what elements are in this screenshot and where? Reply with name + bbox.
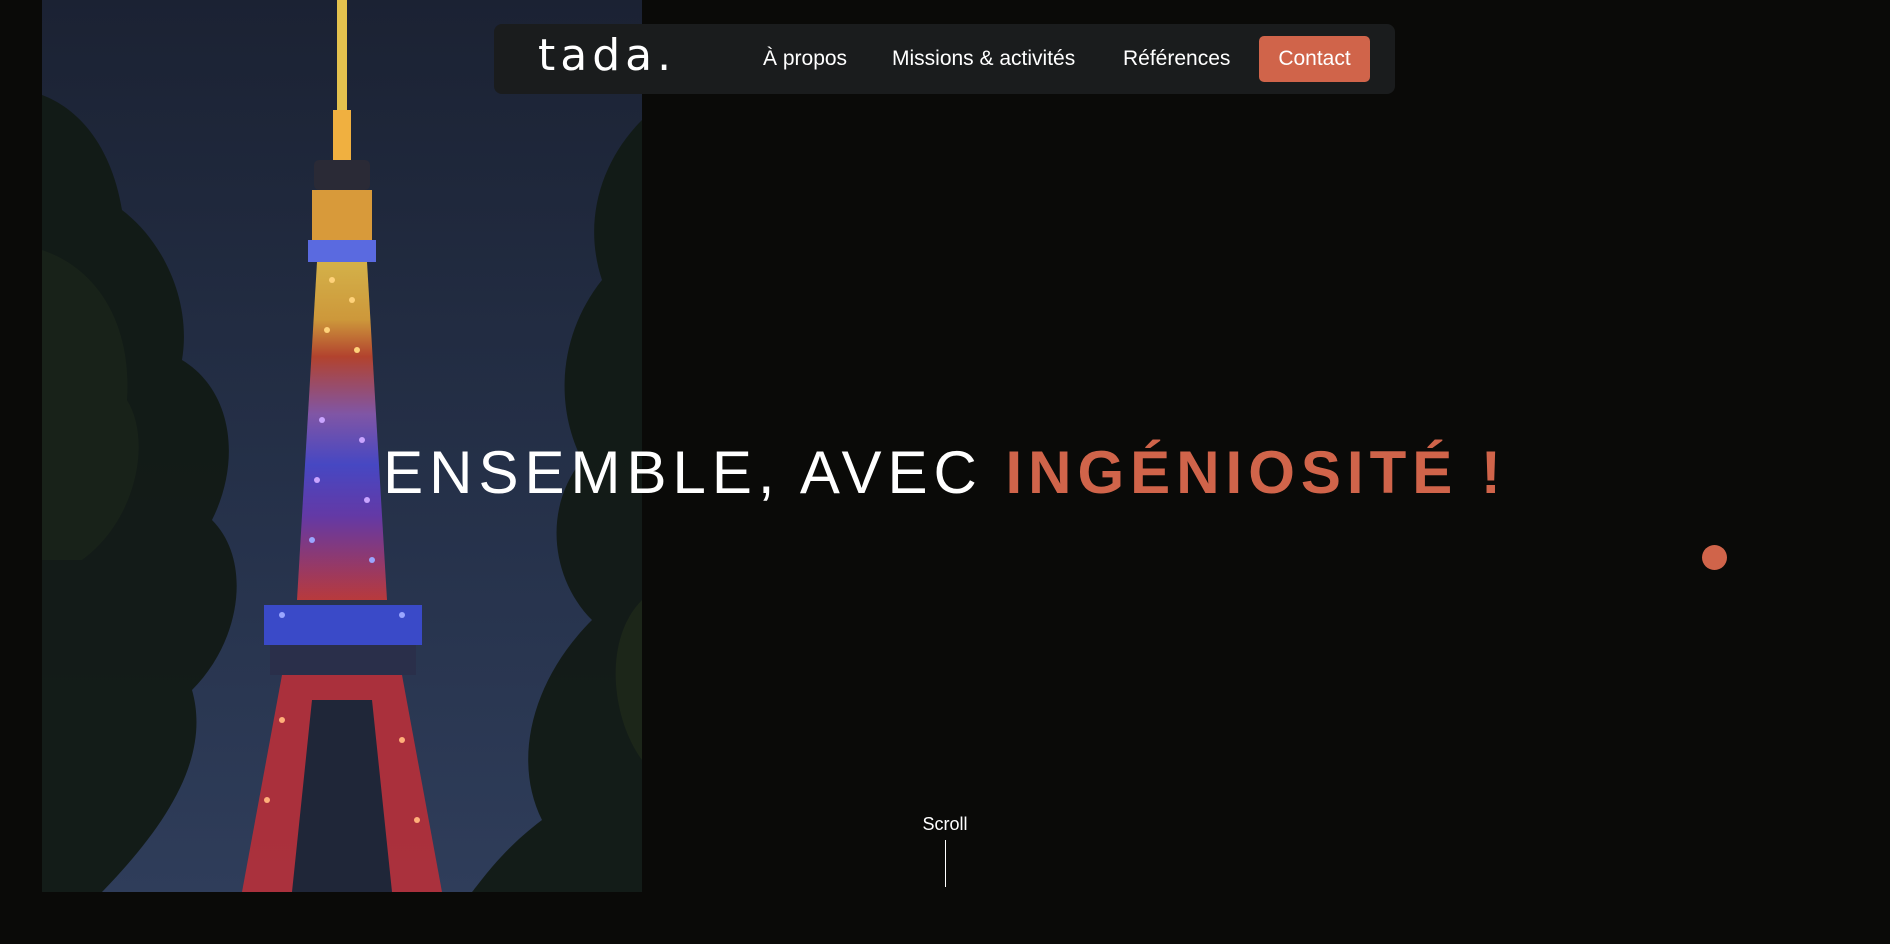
nav-link-missions[interactable]: Missions & activités xyxy=(892,46,1075,71)
logo[interactable]: tada. xyxy=(538,32,676,78)
hero-headline: ENSEMBLE, AVEC INGÉNIOSITÉ ! xyxy=(0,437,1890,509)
navbar: tada. À propos Missions & activités Réfé… xyxy=(494,24,1395,94)
nav-link-apropos[interactable]: À propos xyxy=(763,46,847,71)
scroll-label[interactable]: Scroll xyxy=(900,812,990,836)
headline-part-1: ENSEMBLE, AVEC xyxy=(383,439,1006,506)
nav-link-references[interactable]: Références xyxy=(1123,46,1230,71)
contact-button[interactable]: Contact xyxy=(1259,36,1370,82)
cursor-dot-icon xyxy=(1702,545,1727,570)
scroll-indicator-line xyxy=(945,840,946,887)
headline-part-2: INGÉNIOSITÉ ! xyxy=(1005,439,1507,506)
